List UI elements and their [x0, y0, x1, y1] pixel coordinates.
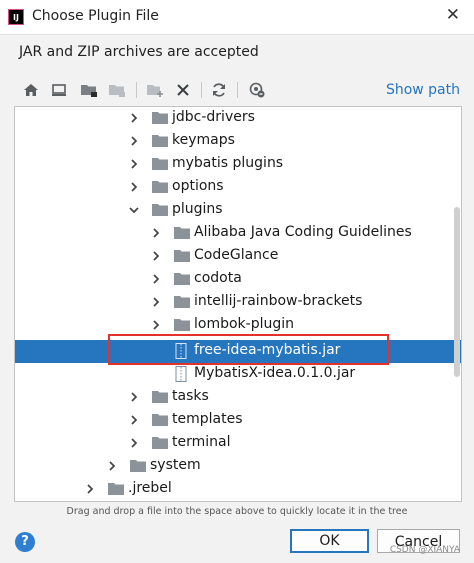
- folder-icon: [152, 204, 168, 216]
- toolbar-separator: [237, 82, 238, 98]
- chevron-right-icon[interactable]: [149, 226, 163, 240]
- chevron-right-icon[interactable]: [127, 436, 141, 450]
- tree-row-codeglance[interactable]: CodeGlance: [15, 245, 461, 268]
- tree-row-jdbc-drivers[interactable]: jdbc-drivers: [15, 107, 461, 130]
- tree-row-plugins[interactable]: plugins: [15, 199, 461, 222]
- tree-item-label: terminal: [172, 434, 231, 450]
- tree-item-label: tasks: [172, 388, 209, 404]
- chevron-right-icon[interactable]: [105, 459, 119, 473]
- tree-row-alibaba[interactable]: Alibaba Java Coding Guidelines: [15, 222, 461, 245]
- ok-button[interactable]: OK: [290, 529, 369, 553]
- delete-icon[interactable]: [172, 79, 194, 101]
- tree-item-label: system: [150, 457, 201, 473]
- tree-row-free-idea-mybatis-jar[interactable]: free-idea-mybatis.jar: [15, 340, 461, 363]
- file-tree[interactable]: jdbc-drivers keymaps mybatis plugins opt…: [14, 106, 462, 502]
- chevron-right-icon[interactable]: [149, 318, 163, 332]
- tree-item-label: lombok-plugin: [194, 316, 295, 332]
- toolbar-separator: [136, 82, 137, 98]
- tree-item-label: Alibaba Java Coding Guidelines: [194, 224, 412, 240]
- folder-icon: [152, 112, 168, 124]
- tree-row-templates[interactable]: templates: [15, 409, 461, 432]
- tree-item-label: .jrebel: [128, 480, 172, 496]
- tree-item-label: options: [172, 178, 224, 194]
- folder-icon: [152, 158, 168, 170]
- chevron-right-icon[interactable]: [149, 249, 163, 263]
- title-bar: IJ Choose Plugin File ✕: [0, 0, 474, 35]
- drag-drop-hint: Drag and drop a file into the space abov…: [66, 506, 408, 517]
- show-path-link[interactable]: Show path: [386, 82, 460, 98]
- tree-row-terminal[interactable]: terminal: [15, 432, 461, 455]
- tree-item-label: intellij-rainbow-brackets: [194, 293, 363, 309]
- new-folder-icon[interactable]: [144, 79, 166, 101]
- show-hidden-icon[interactable]: [246, 79, 268, 101]
- tree-row-keymaps[interactable]: keymaps: [15, 130, 461, 153]
- folder-icon: [108, 483, 124, 495]
- folder-icon: [174, 296, 190, 308]
- help-icon[interactable]: ?: [15, 532, 35, 552]
- tree-row-jrebel[interactable]: .jrebel: [15, 478, 461, 501]
- chevron-right-icon[interactable]: [149, 272, 163, 286]
- refresh-icon[interactable]: [208, 79, 230, 101]
- folder-icon: [152, 414, 168, 426]
- folder-icon: [130, 460, 146, 472]
- folder-icon: [152, 391, 168, 403]
- desktop-icon[interactable]: [48, 79, 70, 101]
- intellij-app-icon: IJ: [8, 9, 24, 25]
- jar-file-icon: [175, 366, 187, 382]
- tree-item-label: mybatis plugins: [172, 155, 284, 171]
- folder-icon: [152, 437, 168, 449]
- tree-item-label: templates: [172, 411, 243, 427]
- chevron-right-icon[interactable]: [127, 157, 141, 171]
- tree-row-codota[interactable]: codota: [15, 268, 461, 291]
- folder-icon: [174, 250, 190, 262]
- tree-row-options[interactable]: options: [15, 176, 461, 199]
- tree-item-label: CodeGlance: [194, 247, 279, 263]
- tree-row-mybatis-plugins[interactable]: mybatis plugins: [15, 153, 461, 176]
- toolbar-separator: [201, 82, 202, 98]
- tree-row-lombok-plugin[interactable]: lombok-plugin: [15, 314, 461, 337]
- tree-scrollbar[interactable]: [454, 207, 460, 377]
- chevron-right-icon[interactable]: [127, 390, 141, 404]
- chevron-right-icon[interactable]: [127, 111, 141, 125]
- chevron-right-icon[interactable]: [149, 295, 163, 309]
- project-folder-icon[interactable]: [78, 79, 100, 101]
- window-title: Choose Plugin File: [32, 8, 159, 24]
- tree-row-tasks[interactable]: tasks: [15, 386, 461, 409]
- tree-item-label: free-idea-mybatis.jar: [194, 342, 341, 358]
- tree-item-label: jdbc-drivers: [172, 109, 255, 125]
- dialog-description: JAR and ZIP archives are accepted: [19, 44, 259, 60]
- watermark: CSDN @XIANYA: [389, 545, 460, 555]
- folder-icon: [174, 273, 190, 285]
- tree-item-label: MybatisX-idea.0.1.0.jar: [194, 365, 356, 381]
- folder-icon: [174, 319, 190, 331]
- chevron-right-icon[interactable]: [83, 482, 97, 496]
- folder-icon: [152, 135, 168, 147]
- tree-row-mybatisx-jar[interactable]: MybatisX-idea.0.1.0.jar: [15, 363, 461, 386]
- module-folder-icon[interactable]: [106, 79, 128, 101]
- tree-item-label: plugins: [172, 201, 223, 217]
- jar-file-icon: [175, 343, 187, 359]
- home-icon[interactable]: [20, 79, 42, 101]
- chevron-right-icon[interactable]: [127, 134, 141, 148]
- chevron-right-icon[interactable]: [127, 180, 141, 194]
- tree-item-label: keymaps: [172, 132, 235, 148]
- tree-row-rainbow-brackets[interactable]: intellij-rainbow-brackets: [15, 291, 461, 314]
- folder-icon: [152, 181, 168, 193]
- chevron-right-icon[interactable]: [127, 413, 141, 427]
- close-icon[interactable]: ✕: [446, 5, 460, 25]
- tree-item-label: codota: [194, 270, 242, 286]
- tree-row-system[interactable]: system: [15, 455, 461, 478]
- chevron-down-icon[interactable]: [127, 203, 141, 217]
- folder-icon: [174, 227, 190, 239]
